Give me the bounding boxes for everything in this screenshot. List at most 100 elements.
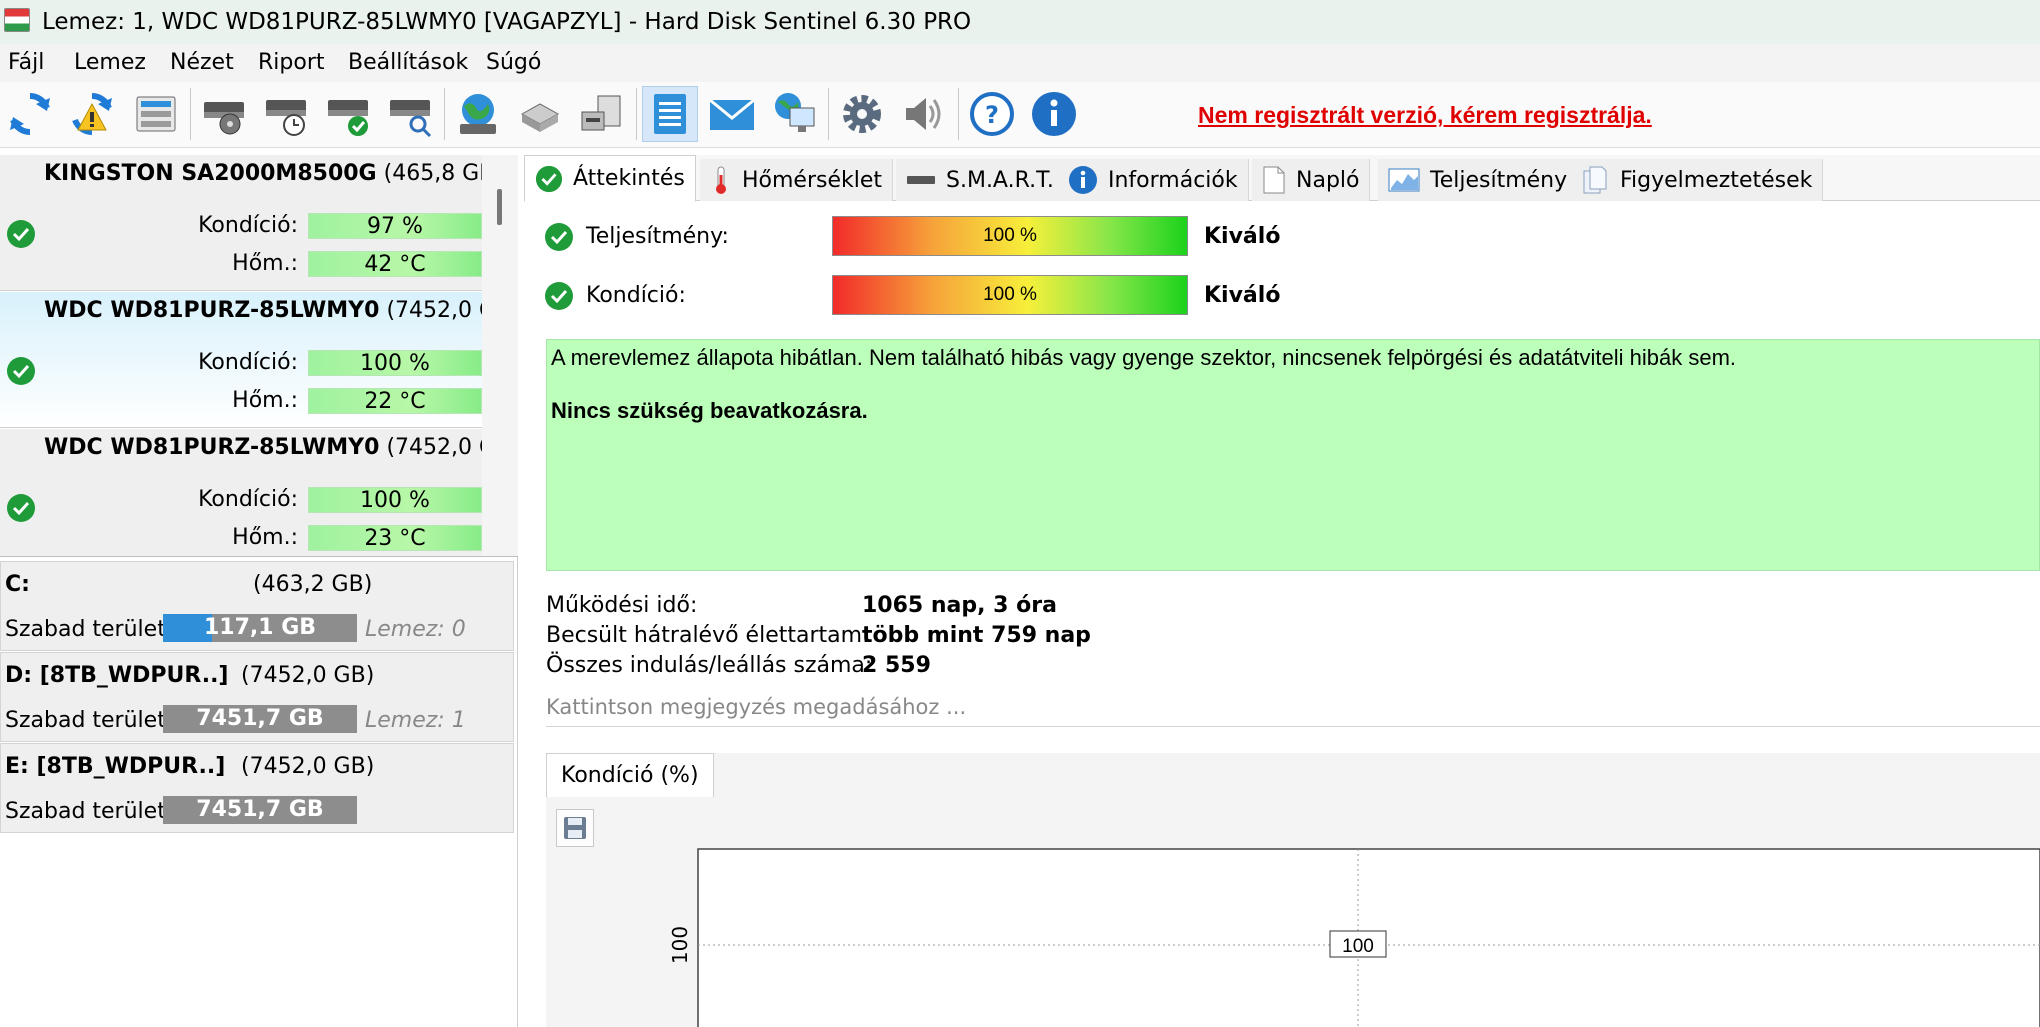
status-ok-icon: [7, 494, 35, 522]
free-space-label: Szabad terület: [5, 617, 166, 642]
free-space-label: Szabad terület: [5, 708, 166, 733]
network-drive-icon: [581, 95, 621, 131]
mail-button[interactable]: [704, 86, 760, 142]
power-on-value: 1065 nap, 3 óra: [862, 593, 1057, 618]
tab-performance[interactable]: Teljesítmény: [1378, 159, 1579, 201]
volume-name: E: [8TB_WDPUR..]: [5, 754, 226, 779]
volume-entry-c[interactable]: C: (463,2 GB) Szabad terület 117,1 GB Le…: [0, 561, 514, 651]
refresh-warning-icon: [72, 92, 112, 136]
web-update-button[interactable]: [450, 86, 506, 142]
sound-icon: [906, 98, 941, 130]
disk-list-button[interactable]: [128, 86, 184, 142]
refresh-all-button[interactable]: [64, 86, 120, 142]
volume-disk-ref: Lemez: 0: [365, 617, 466, 642]
data-point-label: 100: [1342, 936, 1374, 957]
help-button[interactable]: ?: [964, 86, 1020, 142]
temp-label: Hőm.:: [232, 525, 298, 550]
tab-overview[interactable]: Áttekintés: [524, 155, 696, 202]
status-ok-icon: [7, 357, 35, 385]
disk-title: WDC WD81PURZ-85LWMY0 (7452,0 GB): [44, 298, 518, 323]
status-description: A merevlemez állapota hibátlan. Nem talá…: [546, 339, 2040, 571]
performance-row: Teljesítmény: 100 % Kiváló: [544, 216, 1444, 256]
condition-value: 100 %: [308, 487, 482, 513]
tab-label: S.M.A.R.T.: [946, 167, 1054, 193]
start-stop-label: Összes indulás/leállás száma:: [546, 653, 873, 678]
right-pane: Áttekintés Hőmérséklet S.M.A.R.T. Inform…: [524, 155, 2040, 1027]
disk-ok-button[interactable]: [320, 86, 376, 142]
help-icon: ?: [970, 92, 1014, 136]
disk-list-scrollbar[interactable]: [482, 155, 518, 556]
tab-label: Áttekintés: [573, 166, 685, 191]
title-bar: Lemez: 1, WDC WD81PURZ-85LWMY0 [VAGAPZYL…: [0, 0, 2040, 44]
alerts-icon: [1583, 166, 1607, 194]
tab-alerts[interactable]: Figyelmeztetések: [1572, 159, 1824, 201]
disk-search-button[interactable]: [382, 86, 438, 142]
menu-disk[interactable]: Lemez: [74, 50, 146, 75]
free-space-bar: 7451,7 GB: [163, 796, 357, 824]
power-on-label: Működési idő:: [546, 593, 698, 618]
menu-help[interactable]: Súgó: [486, 50, 541, 75]
disk-entry-0[interactable]: KINGSTON SA2000M8500G (465,8 GB) L Kondí…: [0, 155, 518, 291]
condition-label: Kondíció:: [198, 213, 298, 238]
usb-drive-button[interactable]: [512, 86, 568, 142]
refresh-button[interactable]: [2, 86, 58, 142]
temp-value: 23 °C: [308, 525, 482, 551]
lifetime-row: Becsült hátralévő élettartam: több mint …: [546, 623, 1446, 653]
app-flag-icon: [4, 8, 30, 32]
volume-name: C:: [5, 572, 30, 597]
disk-list-icon: [136, 96, 176, 132]
sound-button[interactable]: [896, 86, 952, 142]
chart-tab-condition[interactable]: Kondíció (%): [546, 753, 714, 797]
report-button[interactable]: [642, 86, 698, 142]
volume-entry-e[interactable]: E: [8TB_WDPUR..] (7452,0 GB) Szabad terü…: [0, 743, 514, 833]
tab-label: Napló: [1296, 167, 1360, 193]
settings-button[interactable]: [834, 86, 890, 142]
network-drive-button[interactable]: [574, 86, 630, 142]
menu-settings[interactable]: Beállítások: [348, 50, 468, 75]
condition-row: Kondíció: 100 % Kiváló: [544, 275, 1444, 315]
start-stop-row: Összes indulás/leállás száma: 2 559: [546, 653, 1446, 683]
disk-title: WDC WD81PURZ-85LWMY0 (7452,0 GB): [44, 435, 518, 460]
remote-computer-button[interactable]: [766, 86, 822, 142]
tab-log[interactable]: Napló: [1252, 159, 1371, 201]
surface-test-button[interactable]: [196, 86, 252, 142]
volume-disk-ref: Lemez: 1: [365, 708, 466, 733]
registration-link[interactable]: Nem regisztrált verzió, kérem regisztrál…: [1198, 102, 1652, 129]
volume-entry-d[interactable]: D: [8TB_WDPUR..] (7452,0 GB) Szabad terü…: [0, 652, 514, 742]
tab-information[interactable]: Információk: [1058, 159, 1249, 201]
schedule-button[interactable]: [258, 86, 314, 142]
menu-report[interactable]: Riport: [258, 50, 325, 75]
power-on-time-row: Működési idő: 1065 nap, 3 óra: [546, 593, 1446, 623]
volume-size: (7452,0 GB): [241, 663, 375, 688]
tab-smart[interactable]: S.M.A.R.T.: [896, 159, 1065, 201]
disk-icon: [907, 176, 935, 184]
menu-file[interactable]: Fájl: [8, 50, 44, 75]
info-icon: [1032, 92, 1076, 136]
usb-drive-icon: [520, 103, 560, 132]
menu-view[interactable]: Nézet: [170, 50, 234, 75]
web-update-icon: [460, 94, 496, 134]
temp-label: Hőm.:: [232, 251, 298, 276]
recommended-action: Nincs szükség beavatkozásra.: [551, 398, 868, 423]
disk-entry-2[interactable]: WDC WD81PURZ-85LWMY0 (7452,0 GB) Kondíci…: [0, 429, 518, 556]
scrollbar-thumb[interactable]: [497, 189, 502, 225]
disk-title: KINGSTON SA2000M8500G (465,8 GB) L: [44, 161, 518, 186]
volume-name: D: [8TB_WDPUR..]: [5, 663, 229, 688]
status-text: A merevlemez állapota hibátlan. Nem talá…: [551, 345, 1737, 370]
svg-text:?: ?: [985, 101, 999, 129]
note-field[interactable]: Kattintson megjegyzés megadásához ...: [546, 693, 2040, 727]
info-icon: [1069, 166, 1097, 194]
condition-value: 97 %: [308, 213, 482, 239]
disk-entry-1[interactable]: WDC WD81PURZ-85LWMY0 (7452,0 GB) Kondíci…: [0, 292, 518, 428]
status-ok-icon: [545, 282, 573, 310]
condition-label: Kondíció:: [198, 350, 298, 375]
condition-label: Kondíció:: [586, 283, 686, 308]
about-button[interactable]: [1026, 86, 1082, 142]
lifetime-label: Becsült hátralévő élettartam:: [546, 623, 870, 648]
status-ok-icon: [7, 220, 35, 248]
lifetime-value: több mint 759 nap: [862, 623, 1091, 648]
volume-size: (463,2 GB): [253, 572, 373, 597]
free-space-value: 7451,7 GB: [196, 797, 324, 822]
free-space-value: 7451,7 GB: [196, 706, 324, 731]
tab-temperature[interactable]: Hőmérséklet: [700, 159, 894, 201]
